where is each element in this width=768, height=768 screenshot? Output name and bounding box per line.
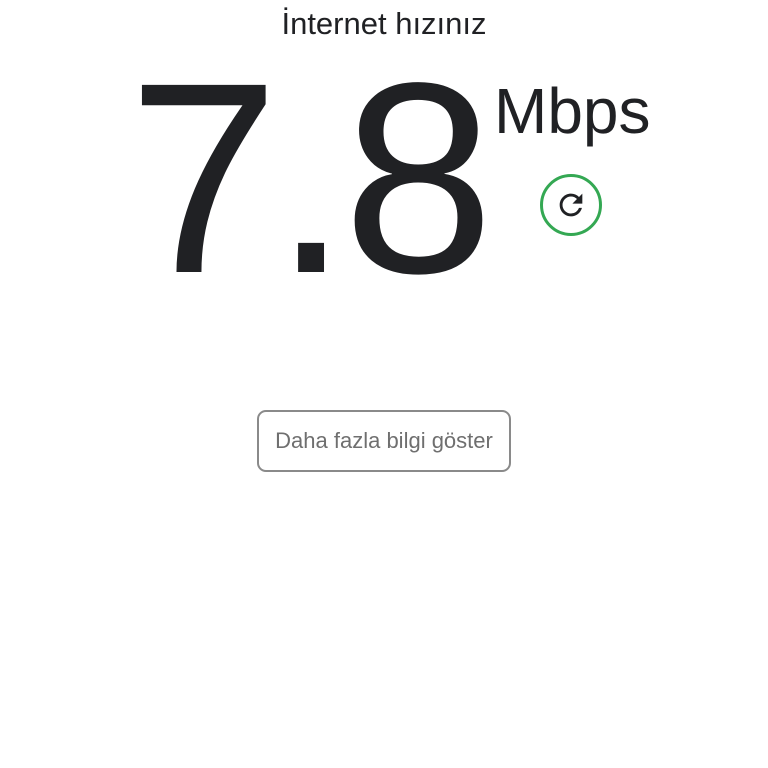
refresh-icon [559,193,583,217]
speed-unit: Mbps [494,75,651,147]
more-info-button[interactable]: Daha fazla bilgi göster [257,410,511,472]
speed-value: 7.8 [128,26,494,330]
refresh-button[interactable] [540,174,602,236]
